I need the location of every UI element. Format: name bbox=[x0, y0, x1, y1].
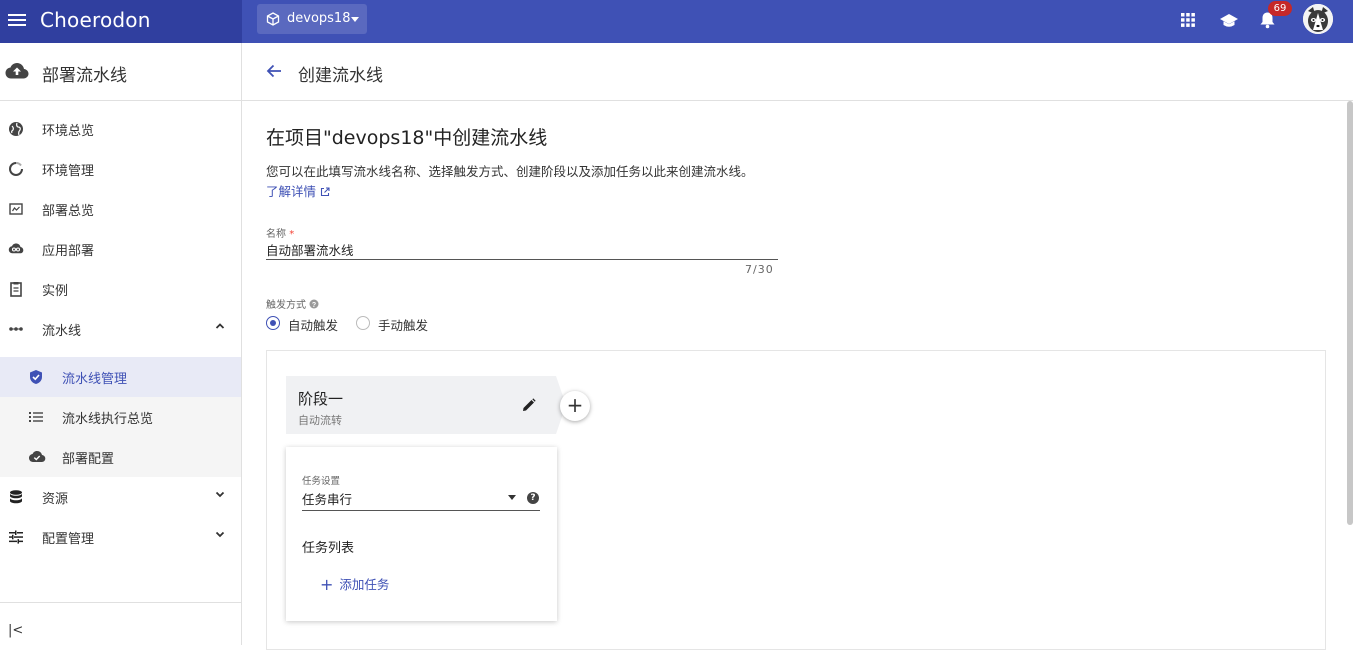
main-content: 在项目"devops18"中创建流水线 您可以在此填写流水线名称、选择触发方式、… bbox=[242, 101, 1353, 650]
sidebar-item-instance[interactable]: 实例 bbox=[0, 269, 241, 309]
notification-badge: 69 bbox=[1268, 1, 1292, 16]
add-task-button[interactable]: + 添加任务 bbox=[320, 574, 389, 594]
top-bar: Choerodon devops18 69 bbox=[0, 0, 1353, 43]
sidebar-subitem-pipeline-manage[interactable]: 流水线管理 bbox=[0, 357, 241, 397]
brand-area: Choerodon bbox=[0, 0, 242, 43]
content-description: 您可以在此填写流水线名称、选择触发方式、创建阶段以及添加任务以此来创建流水线。 bbox=[266, 164, 754, 179]
sidebar-item-label: 环境管理 bbox=[42, 164, 95, 179]
sidebar-subitem-deploy-config[interactable]: 部署配置 bbox=[0, 437, 241, 477]
sidebar-subitem-label: 流水线管理 bbox=[62, 372, 128, 387]
chevron-up-icon bbox=[215, 323, 225, 329]
learn-more-label: 了解详情 bbox=[266, 184, 317, 199]
plus-icon: + bbox=[566, 393, 584, 417]
dashboard-icon bbox=[9, 203, 23, 215]
stage-card[interactable]: 阶段一 自动流转 bbox=[286, 376, 566, 434]
arrow-left-icon[interactable] bbox=[266, 64, 282, 78]
task-setting-value: 任务串行 bbox=[302, 492, 353, 507]
sidebar-footer: |< bbox=[0, 602, 241, 645]
char-counter: 7/30 bbox=[745, 263, 774, 276]
name-field[interactable]: 自动部署流水线 bbox=[266, 240, 778, 260]
pipeline-canvas: 阶段一 自动流转 + 任务设置 任务串行 ? 任务列表 + 添加任务 bbox=[266, 350, 1326, 650]
database-icon bbox=[10, 490, 22, 504]
sidebar-subitem-label: 流水线执行总览 bbox=[62, 412, 154, 427]
chevron-down-icon bbox=[351, 17, 359, 22]
stage-name: 阶段一 bbox=[298, 390, 344, 408]
sidebar-item-label: 应用部署 bbox=[42, 244, 95, 259]
globe-icon bbox=[9, 122, 23, 136]
add-stage-button[interactable]: + bbox=[560, 391, 590, 421]
sidebar-subitem-pipeline-exec[interactable]: 流水线执行总览 bbox=[0, 397, 241, 437]
dots-icon bbox=[9, 327, 23, 331]
radio-unselected-icon bbox=[356, 316, 370, 330]
pencil-icon[interactable] bbox=[522, 398, 536, 412]
chevron-down-icon bbox=[215, 531, 225, 538]
sidebar-item-label: 部署总览 bbox=[42, 204, 95, 219]
school-icon[interactable] bbox=[1219, 13, 1239, 29]
collapse-sidebar-icon[interactable]: |< bbox=[8, 623, 23, 638]
help-icon[interactable]: ? bbox=[527, 492, 539, 504]
sidebar-item-resources[interactable]: 资源 bbox=[0, 477, 241, 517]
sidebar: 部署流水线 环境总览 环境管理 部署总览 应用部署 实例 流水线 流水线管理 流… bbox=[0, 43, 242, 645]
husky-avatar-image bbox=[1303, 4, 1333, 34]
caret-down-icon bbox=[508, 495, 516, 500]
add-task-label: 添加任务 bbox=[339, 577, 390, 592]
learn-more-link[interactable]: 了解详情 bbox=[266, 181, 330, 200]
svg-text:?: ? bbox=[312, 302, 316, 309]
task-card: 任务设置 任务串行 ? 任务列表 + 添加任务 bbox=[286, 447, 557, 621]
cloud-check-icon bbox=[29, 451, 46, 462]
plus-icon: + bbox=[320, 575, 334, 594]
project-selector[interactable]: devops18 bbox=[257, 4, 367, 34]
sidebar-item-env-manage[interactable]: 环境管理 bbox=[0, 149, 241, 189]
sidebar-item-env-overview[interactable]: 环境总览 bbox=[0, 109, 241, 149]
sidebar-item-pipeline[interactable]: 流水线 bbox=[0, 309, 241, 349]
cube-icon bbox=[266, 12, 280, 26]
cloud-upload-icon bbox=[5, 63, 29, 79]
trigger-field-label: 触发方式 ? bbox=[266, 296, 319, 311]
sidebar-item-config-manage[interactable]: 配置管理 bbox=[0, 517, 241, 557]
name-field-label: 名称 * bbox=[266, 229, 295, 240]
help-icon[interactable]: ? bbox=[309, 299, 319, 309]
sidebar-subitem-label: 部署配置 bbox=[62, 452, 115, 467]
sidebar-item-label: 实例 bbox=[42, 284, 69, 299]
cloud-link-icon bbox=[8, 243, 24, 254]
sidebar-item-deploy-overview[interactable]: 部署总览 bbox=[0, 189, 241, 229]
sidebar-header: 部署流水线 bbox=[0, 43, 241, 101]
external-link-icon bbox=[320, 187, 330, 197]
content-heading: 在项目"devops18"中创建流水线 bbox=[266, 127, 548, 149]
shield-icon bbox=[30, 370, 42, 384]
sidebar-item-app-deploy[interactable]: 应用部署 bbox=[0, 229, 241, 269]
radio-selected-icon bbox=[266, 316, 280, 330]
avatar[interactable] bbox=[1303, 4, 1333, 34]
clipboard-icon bbox=[10, 282, 22, 297]
project-name: devops18 bbox=[287, 11, 351, 26]
scrollbar[interactable] bbox=[1347, 101, 1353, 525]
chevron-down-icon bbox=[215, 491, 225, 498]
task-list-title: 任务列表 bbox=[302, 541, 355, 556]
refresh-circle-icon bbox=[9, 162, 23, 176]
tune-icon bbox=[9, 530, 23, 544]
radio-label: 手动触发 bbox=[378, 318, 429, 333]
sidebar-item-label: 流水线 bbox=[42, 324, 82, 339]
list-icon bbox=[29, 412, 43, 422]
radio-label: 自动触发 bbox=[288, 318, 339, 333]
sidebar-item-label: 资源 bbox=[42, 492, 69, 507]
required-mark: * bbox=[289, 229, 295, 240]
apps-grid-icon[interactable] bbox=[1181, 13, 1195, 27]
sidebar-title: 部署流水线 bbox=[42, 66, 127, 86]
sidebar-item-label: 环境总览 bbox=[42, 124, 95, 139]
stage-flow-type: 自动流转 bbox=[298, 414, 342, 427]
sidebar-item-label: 配置管理 bbox=[42, 532, 95, 547]
page-header: 创建流水线 bbox=[242, 43, 1353, 101]
task-setting-label: 任务设置 bbox=[302, 476, 341, 487]
task-setting-select[interactable]: 任务串行 ? bbox=[302, 489, 540, 511]
menu-icon[interactable] bbox=[8, 11, 26, 31]
page-title: 创建流水线 bbox=[298, 66, 383, 86]
brand-logo-text[interactable]: Choerodon bbox=[40, 8, 151, 32]
